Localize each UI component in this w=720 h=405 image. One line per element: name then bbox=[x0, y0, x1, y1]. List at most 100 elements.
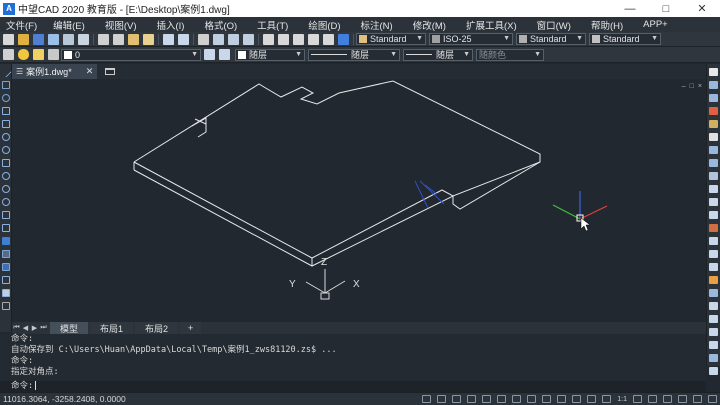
open-folder-icon[interactable] bbox=[18, 33, 29, 45]
menu-express-tools[interactable]: 扩展工具(X) bbox=[463, 18, 520, 32]
construction-line-icon[interactable] bbox=[2, 81, 10, 89]
lengthen-icon[interactable] bbox=[709, 302, 718, 310]
region-tool-icon[interactable] bbox=[2, 276, 10, 284]
add-layout-tab-button[interactable]: + bbox=[180, 322, 202, 334]
markup-icon[interactable] bbox=[323, 33, 334, 45]
viewport-restore-icon[interactable]: □ bbox=[690, 83, 694, 90]
join-icon[interactable] bbox=[709, 224, 718, 232]
make-current-layer-icon[interactable] bbox=[204, 49, 215, 60]
explode-icon[interactable] bbox=[709, 263, 718, 271]
tab-layout2[interactable]: 布局2 bbox=[135, 322, 179, 334]
isolate-objects-icon[interactable] bbox=[663, 395, 672, 403]
linetype-select[interactable]: 随层 ▼ bbox=[308, 48, 400, 61]
offset-icon[interactable] bbox=[709, 107, 718, 115]
publish-icon[interactable] bbox=[78, 33, 89, 45]
customization-icon[interactable] bbox=[708, 395, 717, 403]
array-icon[interactable] bbox=[709, 120, 718, 128]
grid-display-icon[interactable] bbox=[437, 395, 447, 403]
rotate-icon[interactable] bbox=[709, 146, 718, 154]
text-style-select[interactable]: Standard ▼ bbox=[356, 33, 426, 45]
drawing-canvas[interactable]: X Y Z – □ × bbox=[12, 79, 706, 322]
insert-block-icon[interactable] bbox=[2, 211, 10, 219]
print-preview-icon[interactable] bbox=[63, 33, 74, 45]
measure-icon[interactable] bbox=[709, 328, 718, 336]
menu-format[interactable]: 格式(O) bbox=[201, 18, 240, 32]
spline-tool-icon[interactable] bbox=[2, 172, 10, 180]
menu-help[interactable]: 帮助(H) bbox=[588, 18, 626, 32]
ellipse-tool-icon[interactable] bbox=[2, 185, 10, 193]
lock-ui-icon[interactable] bbox=[648, 395, 657, 403]
circle-tool-icon[interactable] bbox=[2, 146, 10, 154]
undo-icon[interactable] bbox=[163, 33, 174, 45]
design-center-icon[interactable] bbox=[278, 33, 289, 45]
edit-polyline-icon[interactable] bbox=[709, 276, 718, 284]
zoom-realtime-icon[interactable] bbox=[213, 33, 224, 45]
divide-icon[interactable] bbox=[709, 315, 718, 323]
menu-file[interactable]: 文件(F) bbox=[3, 18, 40, 32]
snap-mode-icon[interactable] bbox=[422, 395, 432, 403]
annotation-visibility-icon[interactable] bbox=[587, 395, 597, 403]
erase-icon[interactable] bbox=[709, 68, 718, 76]
menu-window[interactable]: 窗口(W) bbox=[534, 18, 574, 32]
lineweight-display-icon[interactable] bbox=[542, 395, 552, 403]
help-icon[interactable] bbox=[338, 33, 349, 45]
ellipse-arc-icon[interactable] bbox=[2, 198, 10, 206]
hatch-tool-icon[interactable] bbox=[2, 250, 10, 258]
minimize-button[interactable]: — bbox=[612, 0, 648, 17]
arc-tool-icon[interactable] bbox=[2, 94, 10, 102]
fillet-icon[interactable] bbox=[709, 250, 718, 258]
pan-hand-icon[interactable] bbox=[198, 33, 209, 45]
menu-view[interactable]: 视图(V) bbox=[102, 18, 140, 32]
tab-layout1[interactable]: 布局1 bbox=[90, 322, 134, 334]
sheet-set-icon[interactable] bbox=[308, 33, 319, 45]
make-block-icon[interactable] bbox=[2, 224, 10, 232]
tool-palettes-icon[interactable] bbox=[293, 33, 304, 45]
viewport-minimize-icon[interactable]: – bbox=[682, 83, 686, 90]
layer-manager-icon[interactable] bbox=[3, 49, 14, 60]
save-icon[interactable] bbox=[33, 33, 44, 45]
mirror-icon[interactable] bbox=[709, 94, 718, 102]
redo-icon[interactable] bbox=[178, 33, 189, 45]
zoom-previous-icon[interactable] bbox=[243, 33, 254, 45]
menu-draw[interactable]: 绘图(D) bbox=[305, 18, 343, 32]
last-tab-arrow-icon[interactable]: ⏭ bbox=[39, 322, 48, 334]
menu-tools[interactable]: 工具(T) bbox=[254, 18, 291, 32]
annotation-scale-value[interactable]: 1:1 bbox=[617, 396, 627, 403]
trim-icon[interactable] bbox=[709, 185, 718, 193]
color-select[interactable]: 随层 ▼ bbox=[235, 48, 305, 61]
first-tab-arrow-icon[interactable]: ⏮ bbox=[12, 322, 21, 334]
chamfer-icon[interactable] bbox=[709, 237, 718, 245]
object-snap-icon[interactable] bbox=[482, 395, 492, 403]
layer-select[interactable]: 0 ▼ bbox=[61, 48, 201, 61]
align-icon[interactable] bbox=[709, 289, 718, 297]
menu-dimension[interactable]: 标注(N) bbox=[358, 18, 396, 32]
gradient-tool-icon[interactable] bbox=[2, 263, 10, 271]
command-input[interactable]: 命令: bbox=[0, 381, 706, 392]
viewport-close-icon[interactable]: × bbox=[698, 83, 702, 90]
table-tool-icon[interactable] bbox=[2, 289, 10, 297]
plot-style-select[interactable]: 随颜色 ▼ bbox=[476, 48, 544, 61]
hardware-acceleration-icon[interactable] bbox=[678, 395, 687, 403]
workspace-switch-icon[interactable] bbox=[633, 395, 642, 403]
menu-modify[interactable]: 修改(M) bbox=[410, 18, 449, 32]
arc-3point-icon[interactable] bbox=[2, 133, 10, 141]
table-style-select[interactable]: Standard ▼ bbox=[516, 33, 586, 45]
stretch-icon[interactable] bbox=[709, 172, 718, 180]
line-tool-icon[interactable] bbox=[0, 66, 12, 78]
paste-icon[interactable] bbox=[128, 33, 139, 45]
dim-style-select[interactable]: ISO-25 ▼ bbox=[429, 33, 513, 45]
new-tab-icon[interactable] bbox=[105, 68, 116, 75]
selection-cycling-icon[interactable] bbox=[572, 395, 582, 403]
break-icon[interactable] bbox=[709, 211, 718, 219]
print-icon[interactable] bbox=[48, 33, 59, 45]
menu-insert[interactable]: 插入(I) bbox=[153, 18, 187, 32]
close-button[interactable]: ✕ bbox=[684, 0, 720, 17]
lineweight-select[interactable]: 随层 ▼ bbox=[403, 48, 473, 61]
overkill-icon[interactable] bbox=[709, 341, 718, 349]
scale-icon[interactable] bbox=[709, 159, 718, 167]
menu-app-plus[interactable]: APP+ bbox=[640, 19, 671, 30]
maximize-button[interactable]: □ bbox=[648, 0, 684, 17]
previous-tab-arrow-icon[interactable]: ◀ bbox=[21, 322, 30, 334]
copy-object-icon[interactable] bbox=[709, 81, 718, 89]
cut-icon[interactable] bbox=[98, 33, 109, 45]
